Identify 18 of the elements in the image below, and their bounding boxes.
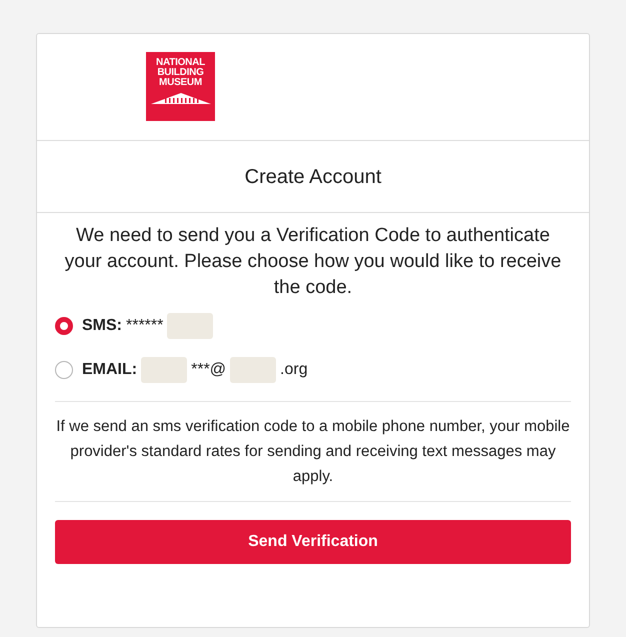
masked-contact: ****** <box>126 316 164 336</box>
page-title: Create Account <box>244 164 382 190</box>
building-icon <box>150 91 210 104</box>
radio-button[interactable] <box>55 361 73 379</box>
send-verification-button[interactable]: Send Verification <box>55 520 571 564</box>
logo-text: MUSEUM <box>159 78 202 88</box>
logo-text: NATIONAL <box>156 58 205 68</box>
redaction-block <box>141 357 188 383</box>
intro-text: We need to send you a Verification Code to authenticate your account. Please choose how you would like to receive the code. <box>64 224 562 300</box>
redaction-block <box>230 357 276 383</box>
radio-button[interactable] <box>55 317 73 335</box>
masked-contact: ***@ <box>191 360 226 380</box>
option-label: EMAIL: <box>82 360 138 380</box>
option-label: SMS: <box>82 316 122 336</box>
notice-text: If we send an sms verification code to a mobile phone number, your mobile provider's standard rates for sending and receiving text messages may apply. <box>55 402 571 502</box>
masked-contact: .org <box>280 360 308 380</box>
logo-text: BUILDING <box>157 68 204 78</box>
redaction-block <box>167 313 214 339</box>
